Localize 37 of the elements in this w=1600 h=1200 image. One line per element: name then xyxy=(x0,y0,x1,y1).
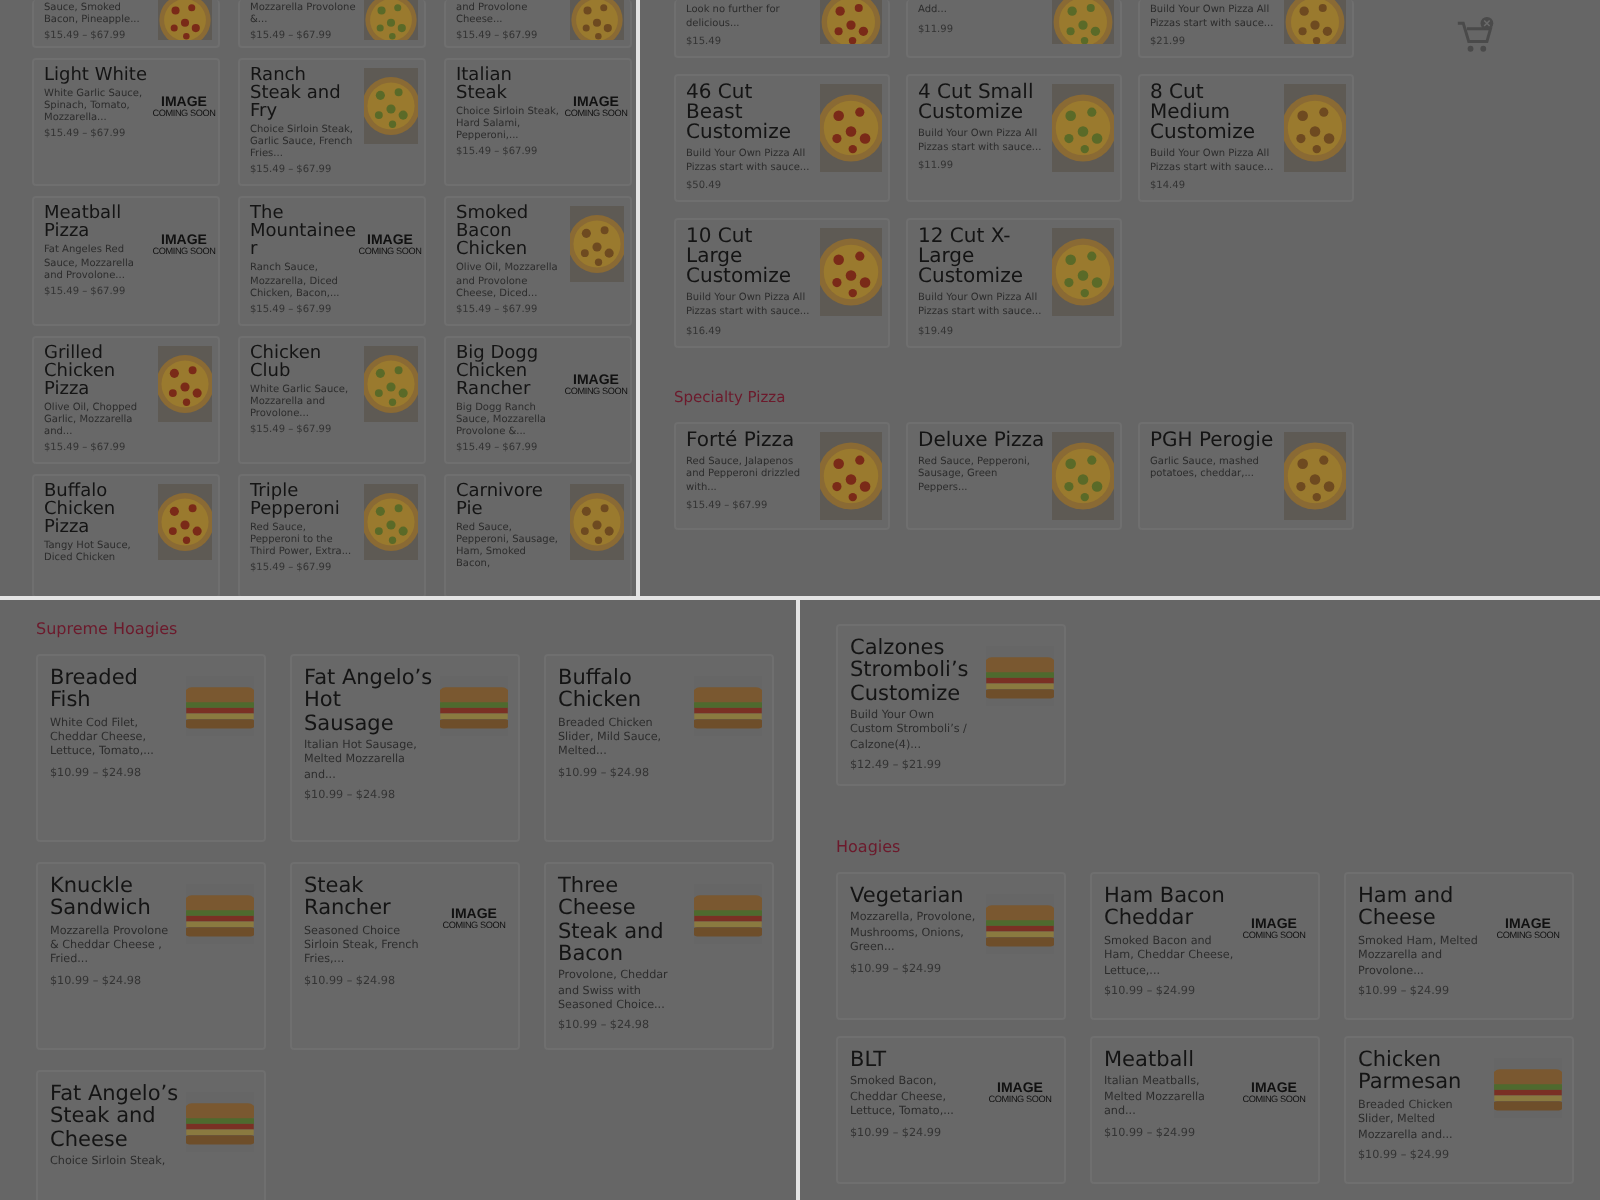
item-name: Triple Pepperoni xyxy=(250,484,342,521)
item-name: Fat Angelo’s Steak and Cheese xyxy=(50,1084,180,1152)
item-name: The Mountaineer xyxy=(250,206,356,261)
item-name: Grilled Chicken Pizza xyxy=(44,345,118,400)
item-name: 4 Cut Small Customize xyxy=(918,84,1036,125)
item-name: Smoked Bacon Chicken xyxy=(456,206,531,261)
item-name: Light White xyxy=(44,68,149,87)
item-name: PGH Perogie xyxy=(1150,431,1276,452)
item-name: Deluxe Pizza xyxy=(918,431,1046,452)
item-name: Forté Pizza xyxy=(686,431,797,452)
item-name: Buffalo Chicken xyxy=(558,668,643,714)
item-name: Calzones Stromboli’s Customize xyxy=(850,638,971,706)
item-name: Italian Steak xyxy=(456,68,514,105)
item-name: Meatball Pizza xyxy=(44,206,124,243)
item-name: Ham and Cheese xyxy=(1358,886,1456,932)
item-name: Carnivore Pie xyxy=(456,484,545,521)
section-heading: Hoagies xyxy=(836,838,903,857)
item-name: Chicken Club xyxy=(250,345,324,382)
item-name: 12 Cut X-Large Customize xyxy=(918,228,1025,289)
item-name: Vegetarian xyxy=(850,886,966,909)
item-name: Buffalo Chicken Pizza xyxy=(44,484,118,539)
section-heading: Supreme Hoagies xyxy=(36,620,180,638)
cart-icon[interactable] xyxy=(1456,16,1496,56)
item-name: Fat Angelo’s Hot Sausage xyxy=(304,668,434,736)
item-name: Breaded Fish xyxy=(50,668,140,714)
item-name: 46 Cut Beast Customize xyxy=(686,84,793,145)
item-name: 10 Cut Large Customize xyxy=(686,228,793,289)
item-name: Big Dogg Chicken Rancher xyxy=(456,345,541,400)
item-name: Three Cheese Steak and Bacon xyxy=(558,876,666,967)
item-name: Steak Rancher xyxy=(304,876,393,922)
item-name: BLT xyxy=(850,1050,889,1073)
item-name: Chicken Parmesan xyxy=(1358,1050,1464,1096)
item-name: 8 Cut Medium Customize xyxy=(1150,84,1257,145)
item-name: Meatball xyxy=(1104,1050,1197,1073)
item-name: Knuckle Sandwich xyxy=(50,876,153,922)
item-name: Ham Bacon Cheddar xyxy=(1104,886,1227,932)
item-name: Ranch Steak and Fry xyxy=(250,68,343,123)
